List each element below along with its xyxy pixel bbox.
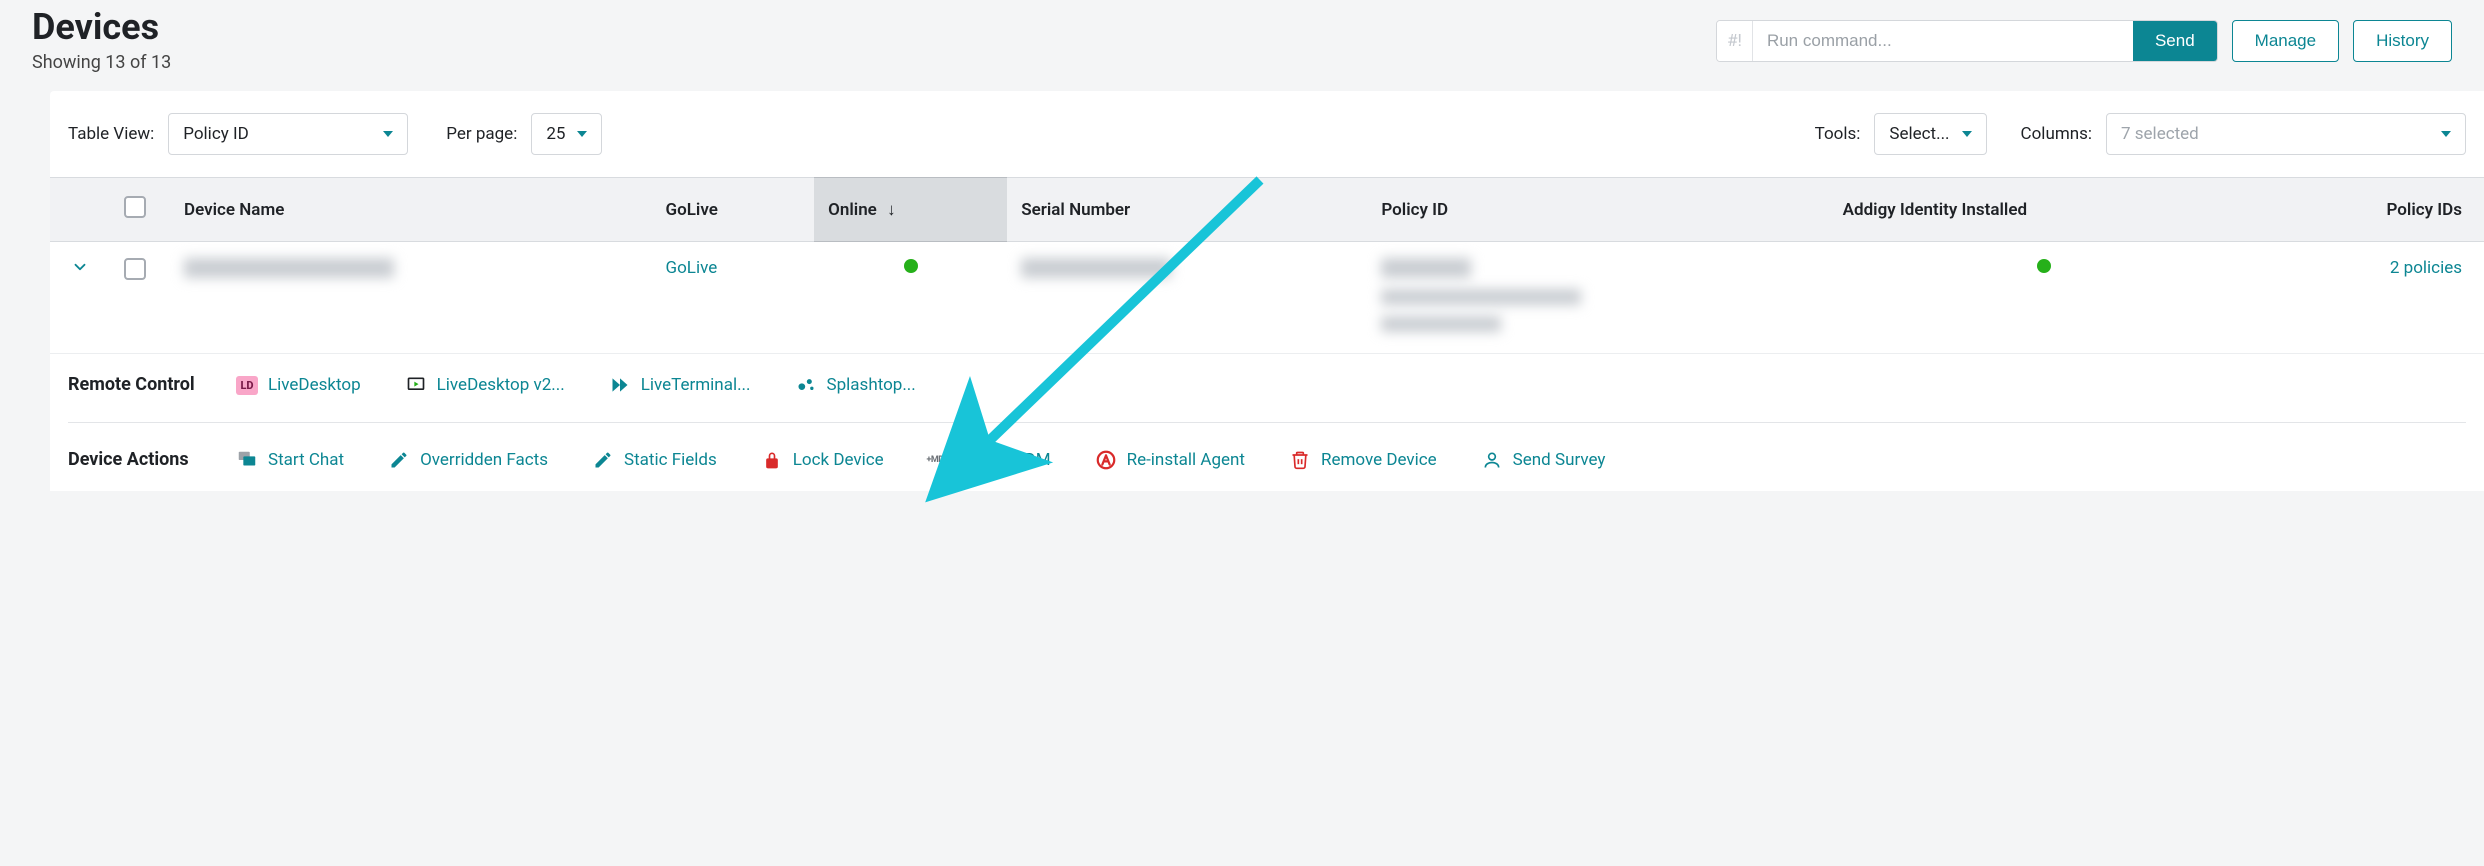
chevron-down-icon	[2441, 131, 2451, 137]
remote-control-label: Remote Control	[68, 374, 218, 395]
row-checkbox[interactable]	[124, 258, 146, 280]
trash-icon	[1289, 449, 1311, 471]
remove-device-label: Remove Device	[1321, 450, 1437, 470]
col-online[interactable]: Online ↓	[814, 178, 1007, 242]
policies-link[interactable]: 2 policies	[2390, 258, 2462, 278]
splashtop-button[interactable]: Splashtop...	[795, 374, 916, 396]
lock-icon	[761, 449, 783, 471]
lock-device-button[interactable]: Lock Device	[761, 449, 884, 471]
command-prefix: #!	[1717, 21, 1753, 61]
send-button[interactable]: Send	[2133, 21, 2217, 61]
reinstall-agent-button[interactable]: Re-install Agent	[1095, 449, 1245, 471]
col-policy-ids[interactable]: Policy IDs	[2258, 178, 2484, 242]
col-device-name[interactable]: Device Name	[170, 178, 652, 242]
overridden-facts-button[interactable]: Overridden Facts	[388, 449, 548, 471]
tools-value: Select...	[1889, 124, 1949, 144]
user-icon	[1481, 449, 1503, 471]
pencil-icon	[592, 449, 614, 471]
command-input[interactable]	[1753, 21, 2133, 61]
splashtop-icon	[795, 374, 817, 396]
send-survey-label: Send Survey	[1513, 450, 1606, 470]
send-survey-button[interactable]: Send Survey	[1481, 449, 1606, 471]
live-terminal-button[interactable]: LiveTerminal...	[609, 374, 751, 396]
terminal-icon	[609, 374, 631, 396]
golive-link[interactable]: GoLive	[666, 258, 718, 278]
serial-redacted	[1021, 258, 1171, 278]
splashtop-label: Splashtop...	[827, 375, 916, 395]
select-all-checkbox[interactable]	[124, 196, 146, 218]
live-desktop-v2-label: LiveDesktop v2...	[437, 375, 565, 395]
device-name-redacted	[184, 258, 394, 278]
command-bar: #! Send	[1716, 20, 2218, 62]
live-desktop-label: LiveDesktop	[268, 375, 361, 395]
pencil-icon	[388, 449, 410, 471]
lock-device-label: Lock Device	[793, 450, 884, 470]
page-subtitle: Showing 13 of 13	[32, 52, 171, 73]
col-online-label: Online	[828, 200, 877, 220]
start-chat-button[interactable]: Start Chat	[236, 449, 344, 471]
columns-value: 7 selected	[2121, 124, 2199, 144]
expand-row-toggle[interactable]	[71, 258, 89, 281]
chat-icon	[236, 449, 258, 471]
policy-id-redacted	[1381, 289, 1581, 305]
table-view-label: Table View:	[68, 124, 154, 144]
mdm-icon: +MDM	[928, 449, 950, 471]
install-mdm-label: Install MDM	[960, 450, 1051, 470]
col-policy-id[interactable]: Policy ID	[1367, 178, 1828, 242]
per-page-label: Per page:	[446, 124, 517, 144]
device-actions-label: Device Actions	[68, 449, 218, 470]
static-fields-button[interactable]: Static Fields	[592, 449, 717, 471]
chevron-down-icon	[1962, 131, 1972, 137]
reinstall-icon	[1095, 449, 1117, 471]
history-button[interactable]: History	[2353, 20, 2452, 62]
page-title: Devices	[32, 6, 171, 48]
play-monitor-icon	[405, 374, 427, 396]
remove-device-button[interactable]: Remove Device	[1289, 449, 1437, 471]
chevron-down-icon	[577, 131, 587, 137]
reinstall-agent-label: Re-install Agent	[1127, 450, 1245, 470]
addigy-status-dot	[2037, 259, 2051, 273]
online-status-dot	[904, 259, 918, 273]
table-row: GoLive 2 policies	[50, 242, 2484, 354]
col-addigy[interactable]: Addigy Identity Installed	[1829, 178, 2259, 242]
sort-descending-icon: ↓	[887, 200, 896, 220]
live-desktop-button[interactable]: LD LiveDesktop	[236, 374, 361, 396]
columns-select[interactable]: 7 selected	[2106, 113, 2466, 155]
manage-button[interactable]: Manage	[2232, 20, 2339, 62]
tools-select[interactable]: Select...	[1874, 113, 1986, 155]
col-golive[interactable]: GoLive	[652, 178, 815, 242]
table-header-row: Device Name GoLive Online ↓ Serial Numbe…	[50, 178, 2484, 242]
col-serial[interactable]: Serial Number	[1007, 178, 1367, 242]
columns-label: Columns:	[2021, 124, 2092, 144]
live-desktop-icon: LD	[236, 374, 258, 396]
live-desktop-v2-button[interactable]: LiveDesktop v2...	[405, 374, 565, 396]
table-view-value: Policy ID	[183, 124, 249, 144]
live-terminal-label: LiveTerminal...	[641, 375, 751, 395]
table-view-select[interactable]: Policy ID	[168, 113, 408, 155]
policy-id-redacted	[1381, 316, 1501, 332]
per-page-select[interactable]: 25	[531, 113, 602, 155]
static-fields-label: Static Fields	[624, 450, 717, 470]
install-mdm-button[interactable]: +MDM Install MDM	[928, 449, 1051, 471]
policy-id-redacted	[1381, 258, 1471, 278]
chevron-down-icon	[383, 131, 393, 137]
overridden-facts-label: Overridden Facts	[420, 450, 548, 470]
tools-label: Tools:	[1815, 124, 1861, 144]
start-chat-label: Start Chat	[268, 450, 344, 470]
per-page-value: 25	[546, 124, 565, 144]
